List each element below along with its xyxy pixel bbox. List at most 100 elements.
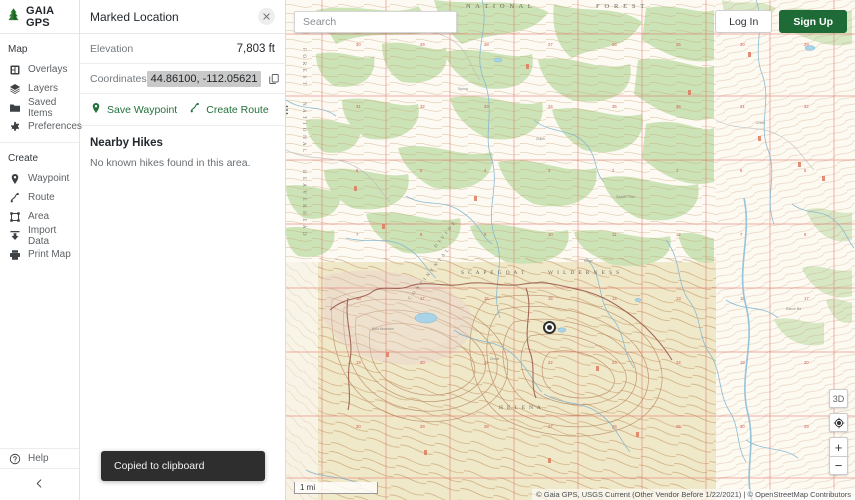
- login-button[interactable]: Log In: [715, 10, 773, 33]
- three-d-toggle-button[interactable]: 3D: [829, 389, 848, 408]
- close-icon: [263, 13, 270, 20]
- chevron-left-icon: [34, 476, 45, 494]
- svg-text:Creek: Creek: [756, 121, 765, 125]
- sidebar-item-overlays[interactable]: Overlays: [0, 60, 79, 79]
- nav-bottom: Help: [0, 448, 79, 468]
- svg-text:21: 21: [484, 360, 489, 365]
- sidebar-item-print-map[interactable]: Print Map: [0, 245, 79, 264]
- close-panel-button[interactable]: [258, 8, 275, 25]
- waypoint-pin-icon: [8, 172, 21, 185]
- sidebar-item-saved-items[interactable]: Saved Items: [0, 96, 79, 119]
- locate-crosshair-icon: [833, 417, 844, 428]
- copy-coordinates-button[interactable]: [268, 73, 280, 85]
- sidebar-item-label: Waypoint: [28, 173, 70, 184]
- create-route-label: Create Route: [206, 103, 269, 116]
- gaia-tree-logo-icon: [6, 7, 21, 27]
- sidebar-item-help[interactable]: Help: [0, 449, 79, 468]
- svg-text:11: 11: [612, 232, 617, 237]
- zoom-out-button[interactable]: −: [829, 456, 848, 475]
- map-controls: 3D + −: [829, 389, 848, 475]
- svg-text:F O R E S T: F O R E S T: [301, 48, 306, 86]
- zoom-in-button[interactable]: +: [829, 437, 848, 456]
- svg-text:31: 31: [356, 104, 361, 109]
- svg-text:27: 27: [548, 424, 553, 429]
- create-route-button[interactable]: Create Route: [189, 102, 269, 117]
- nearby-hikes-title: Nearby Hikes: [90, 137, 163, 149]
- sidebar-item-label: Preferences: [28, 121, 82, 132]
- sidebar-item-layers[interactable]: Layers: [0, 79, 79, 98]
- route-icon: [8, 191, 21, 204]
- coordinates-value[interactable]: 44.86100, -112.05621: [146, 70, 262, 87]
- layers-icon: [8, 82, 21, 95]
- sidebar-item-label: Help: [28, 453, 49, 464]
- svg-text:Bald Mountain: Bald Mountain: [372, 327, 394, 331]
- collapse-sidebar-button[interactable]: [0, 468, 79, 500]
- map-label-wilderness: W I L D E R N E S S: [548, 270, 621, 276]
- nav-section-create: Create Waypoint Route Area Import Data P…: [0, 142, 79, 264]
- map-label-national: N A T I O N A L: [466, 3, 533, 10]
- printer-icon: [8, 248, 21, 261]
- sidebar-item-label: Saved Items: [28, 96, 57, 119]
- more-options-button[interactable]: [281, 104, 295, 116]
- scale-bar-label: 1 mi: [300, 483, 316, 492]
- svg-text:26: 26: [612, 42, 617, 47]
- svg-text:27: 27: [548, 42, 553, 47]
- svg-text:30: 30: [356, 42, 361, 47]
- svg-text:N A T I O N A L: N A T I O N A L: [301, 102, 306, 153]
- sidebar-item-waypoint[interactable]: Waypoint: [0, 169, 79, 188]
- copy-icon: [269, 73, 280, 84]
- help-circle-icon: [8, 452, 21, 465]
- route-icon: [189, 102, 201, 117]
- svg-text:17: 17: [804, 296, 809, 301]
- svg-text:32: 32: [420, 104, 425, 109]
- search-input[interactable]: [303, 16, 448, 28]
- left-navigation: GAIA GPS Map Overlays Layers Saved Items…: [0, 0, 82, 500]
- svg-text:34: 34: [548, 104, 553, 109]
- svg-text:Gulch: Gulch: [536, 137, 545, 141]
- brand-logo[interactable]: GAIA GPS: [0, 0, 79, 34]
- save-waypoint-button[interactable]: Save Waypoint: [90, 102, 177, 117]
- svg-text:24: 24: [676, 360, 681, 365]
- map-view[interactable]: 30 29 28 27 26 25 30 29 31 32 33 34 35 36 31 32 65…: [286, 0, 855, 500]
- signup-button[interactable]: Sign Up: [779, 10, 847, 33]
- svg-text:25: 25: [676, 424, 681, 429]
- svg-text:Saddle Pass: Saddle Pass: [616, 195, 635, 199]
- nav-section-title-map: Map: [8, 44, 28, 55]
- coordinates-row: Coordinates 44.86100, -112.05621: [80, 64, 285, 94]
- import-icon: [8, 229, 21, 242]
- locate-button[interactable]: [829, 413, 848, 432]
- sidebar-item-area[interactable]: Area: [0, 207, 79, 226]
- copied-toast: Copied to clipboard: [101, 451, 265, 481]
- svg-text:35: 35: [612, 104, 617, 109]
- svg-text:Ranch Rd: Ranch Rd: [786, 307, 801, 311]
- svg-text:30: 30: [740, 42, 745, 47]
- svg-text:19: 19: [740, 360, 745, 365]
- svg-text:32: 32: [804, 104, 809, 109]
- kebab-menu-icon: [285, 105, 288, 114]
- elevation-label: Elevation: [90, 42, 134, 55]
- sidebar-item-preferences[interactable]: Preferences: [0, 117, 82, 136]
- svg-text:Ridge: Ridge: [584, 259, 593, 263]
- svg-text:20: 20: [804, 360, 809, 365]
- gear-icon: [8, 120, 21, 133]
- overlays-icon: [8, 63, 21, 76]
- scale-bar: 1 mi: [294, 482, 378, 494]
- search-box[interactable]: [294, 11, 457, 33]
- svg-text:16: 16: [484, 296, 489, 301]
- elevation-value: 7,803 ft: [236, 42, 275, 55]
- toast-message: Copied to clipboard: [114, 460, 205, 472]
- sidebar-item-route[interactable]: Route: [0, 188, 79, 207]
- folder-icon: [8, 101, 21, 114]
- save-waypoint-label: Save Waypoint: [107, 103, 178, 116]
- panel-header: Marked Location: [80, 0, 285, 34]
- svg-text:29: 29: [420, 424, 425, 429]
- marker-dot: [547, 325, 552, 330]
- svg-text:30: 30: [356, 424, 361, 429]
- svg-text:13: 13: [676, 296, 681, 301]
- svg-text:14: 14: [612, 296, 617, 301]
- map-label-forest: F O R E S T: [596, 3, 646, 10]
- sidebar-item-label: Layers: [28, 83, 59, 94]
- sidebar-item-import-data[interactable]: Import Data: [0, 225, 79, 247]
- map-marker-dot-icon[interactable]: [543, 321, 556, 334]
- brand-name: GAIA GPS: [26, 4, 54, 29]
